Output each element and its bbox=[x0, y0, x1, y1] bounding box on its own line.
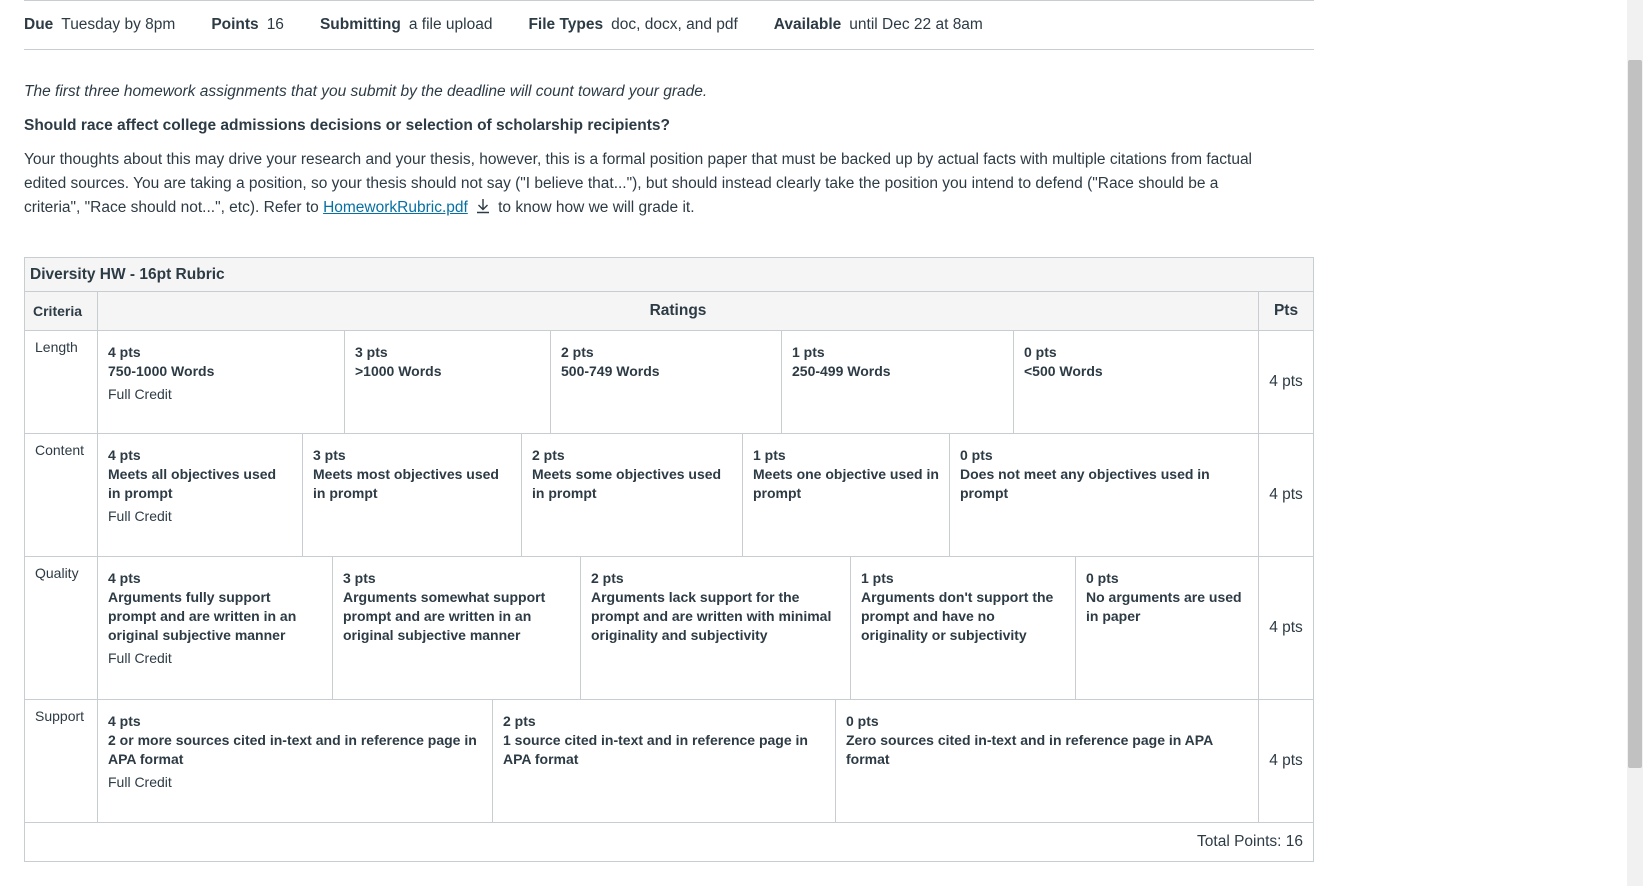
rating: 0 pts Does not meet any objectives used i… bbox=[960, 447, 1210, 501]
rating: 3 pts Arguments somewhat support prompt a… bbox=[333, 557, 581, 699]
rubric-row-support: Support 4 pts 2 or more sources cited in-… bbox=[25, 700, 1313, 823]
criterion-label: Quality bbox=[25, 557, 98, 699]
rubric-table: Diversity HW - 16pt Rubric Criteria Rati… bbox=[24, 257, 1314, 862]
ratings-cell: 4 pts 2 or more sources cited in-text and… bbox=[98, 700, 1259, 822]
rating: 2 pts 500-749 Words bbox=[551, 331, 782, 433]
assignment-details: Due Tuesday by 8pm Points 16 Submitting a f… bbox=[24, 0, 1314, 50]
rating: 4 pts 750-1000 Words Full Credit bbox=[98, 331, 345, 433]
detail-available: Available until Dec 22 at 8am bbox=[773, 16, 983, 33]
rating: 0 pts <500 Words bbox=[1024, 344, 1103, 379]
criterion-label: Content bbox=[25, 434, 98, 556]
criterion-points: 4 pts bbox=[1269, 619, 1303, 636]
rating: 4 pts Meets all objectives used in prompt… bbox=[98, 434, 303, 556]
rubric-pdf-link[interactable]: HomeworkRubric.pdf bbox=[323, 199, 468, 216]
description-paragraph: Your thoughts about this may drive your … bbox=[24, 151, 1253, 216]
scrollbar-thumb[interactable] bbox=[1628, 60, 1642, 768]
detail-submitting: Submitting a file upload bbox=[319, 16, 493, 33]
criterion-points: 4 pts bbox=[1269, 486, 1303, 503]
header-ratings: Ratings bbox=[98, 292, 1259, 330]
rating: 3 pts >1000 Words bbox=[345, 331, 551, 433]
rating: 1 pts Arguments don't support the prompt … bbox=[851, 557, 1076, 699]
rating: 1 pts Meets one objective used in prompt bbox=[743, 434, 950, 556]
rating: 2 pts Arguments lack support for the prom… bbox=[581, 557, 851, 699]
criterion-label: Length bbox=[25, 331, 98, 433]
header-pts: Pts bbox=[1273, 302, 1299, 319]
description-question: Should race affect college admissions de… bbox=[24, 117, 671, 134]
rubric-row-content: Content 4 pts Meets all objectives used i… bbox=[25, 434, 1313, 557]
rating: 4 pts Arguments fully support prompt and … bbox=[98, 557, 333, 699]
detail-points: Points 16 bbox=[211, 16, 284, 33]
header-criteria: Criteria bbox=[25, 292, 98, 330]
criterion-points: 4 pts bbox=[1269, 373, 1303, 390]
rating: 4 pts 2 or more sources cited in-text and… bbox=[98, 700, 493, 822]
criterion-label: Support bbox=[25, 700, 98, 822]
description-intro: The first three homework assignments tha… bbox=[24, 83, 708, 100]
download-icon[interactable] bbox=[476, 198, 490, 214]
assignment-description: The first three homework assignments tha… bbox=[24, 80, 1314, 220]
rating: 0 pts Zero sources cited in-text and in r… bbox=[846, 713, 1213, 767]
criterion-points: 4 pts bbox=[1269, 752, 1303, 769]
rubric-row-quality: Quality 4 pts Arguments fully support pro… bbox=[25, 557, 1313, 700]
rubric-row-length: Length 4 pts 750-1000 Words Full Credit 3 … bbox=[25, 331, 1313, 434]
rubric-title: Diversity HW - 16pt Rubric bbox=[25, 258, 1313, 292]
assignment-content: Due Tuesday by 8pm Points 16 Submitting a f… bbox=[24, 0, 1314, 220]
ratings-cell: 4 pts 750-1000 Words Full Credit 3 pts >100… bbox=[98, 331, 1259, 433]
page-scrollbar[interactable] bbox=[1627, 0, 1643, 886]
rating: 0 pts No arguments are used in paper bbox=[1086, 570, 1242, 624]
rating: 2 pts 1 source cited in-text and in refer… bbox=[493, 700, 836, 822]
ratings-cell: 4 pts Arguments fully support prompt and … bbox=[98, 557, 1259, 699]
rating: 1 pts 250-499 Words bbox=[782, 331, 1014, 433]
ratings-cell: 4 pts Meets all objectives used in prompt… bbox=[98, 434, 1259, 556]
rating: 3 pts Meets most objectives used in promp… bbox=[303, 434, 522, 556]
rating: 2 pts Meets some objectives used in promp… bbox=[522, 434, 743, 556]
rubric-header-row: Criteria Ratings Pts bbox=[25, 292, 1313, 331]
total-points: Total Points: 16 bbox=[1197, 833, 1303, 850]
detail-file-types: File Types doc, docx, and pdf bbox=[528, 16, 738, 33]
detail-due: Due Tuesday by 8pm bbox=[24, 16, 176, 33]
